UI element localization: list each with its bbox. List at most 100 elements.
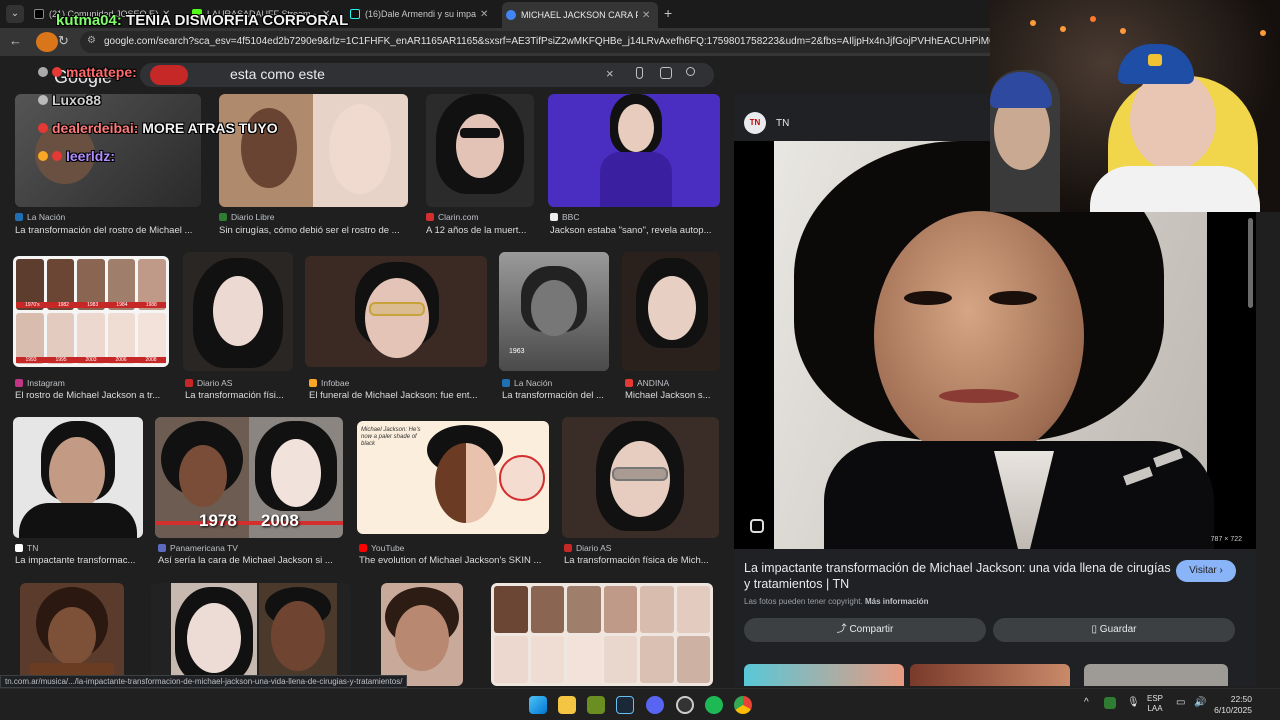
result-title[interactable]: Michael Jackson s... [625, 390, 720, 401]
obs-icon[interactable] [676, 696, 694, 714]
result-title[interactable]: Así sería la cara de Michael Jackson si … [158, 555, 343, 566]
new-tab-button[interactable]: + [664, 5, 672, 21]
result-image[interactable] [20, 583, 124, 686]
app-icon[interactable] [587, 696, 605, 714]
tab-3[interactable]: (16)Dale Armendi y su impacto ✕ [346, 3, 496, 25]
taskbar: ^ 🎙 ESP LAA ▭ 🔊 22:50 6/10/2025 [0, 688, 1280, 720]
result-title[interactable]: Jackson estaba "sano", revela autop... [550, 225, 720, 236]
result-image[interactable]: 1970's 1982 1983 1984 1988 1993 1995 2003 2006 2… [13, 256, 169, 367]
tray-chevron-icon[interactable]: ^ [1084, 697, 1089, 708]
back-icon[interactable]: ← [9, 33, 22, 48]
steam-icon[interactable] [616, 696, 634, 714]
chrome-icon[interactable] [734, 696, 752, 714]
result-title[interactable]: La transformación físi... [185, 390, 295, 401]
result-image[interactable] [562, 417, 719, 538]
clock[interactable]: 22:50 6/10/2025 [1210, 694, 1252, 716]
reload-icon[interactable]: ↻ [58, 33, 69, 49]
google-logo[interactable]: Google [54, 67, 112, 88]
microphone-icon[interactable]: 🎙 [1127, 697, 1140, 708]
search-icon[interactable] [686, 67, 695, 76]
image-dimensions: 787 × 722 [1210, 536, 1242, 543]
result-source[interactable]: Clarin.com [426, 212, 479, 222]
lens-search-icon[interactable] [750, 519, 764, 533]
result-title[interactable]: The evolution of Michael Jackson's SKIN … [359, 555, 551, 566]
result-title[interactable]: Sin cirugías, cómo debió ser el rostro d… [219, 225, 408, 236]
result-image[interactable] [219, 94, 408, 207]
result-image[interactable]: Michael Jackson: He's now a paler shade … [357, 421, 549, 534]
source-logo[interactable]: TN [744, 112, 766, 134]
close-icon[interactable]: ✕ [642, 10, 654, 21]
close-icon[interactable]: ✕ [322, 9, 334, 20]
search-query[interactable]: esta como este [230, 66, 325, 82]
site-info-icon[interactable]: ⚙ [87, 35, 96, 46]
result-source[interactable]: La Nación [15, 212, 65, 222]
discord-icon[interactable] [646, 696, 664, 714]
related-image[interactable] [1084, 664, 1228, 686]
result-title[interactable]: La transformación física de Mich... [564, 555, 719, 566]
result-image[interactable] [491, 583, 713, 686]
result-image[interactable]: 1978 2008 [155, 417, 343, 538]
clear-icon[interactable]: × [606, 66, 614, 81]
more-info-link[interactable]: Más información [865, 597, 929, 606]
profile-avatar[interactable] [36, 32, 58, 52]
search-box[interactable]: esta como este × [140, 63, 714, 87]
result-source[interactable]: Panamericana TV [158, 543, 238, 553]
scrollbar[interactable] [1248, 210, 1254, 678]
url-text: google.com/search?sca_esv=4f5104ed2b7290… [104, 36, 994, 47]
save-button[interactable]: ▯ Guardar [993, 618, 1235, 642]
result-source[interactable]: TN [15, 543, 38, 553]
result-image[interactable] [15, 94, 201, 207]
result-source[interactable]: ANDINA [625, 378, 669, 388]
lens-icon[interactable] [660, 67, 672, 79]
result-image[interactable] [622, 252, 720, 371]
network-icon[interactable]: ▭ [1176, 697, 1185, 708]
mic-icon[interactable] [636, 67, 643, 79]
windows-start-icon[interactable] [529, 696, 547, 714]
language-indicator[interactable]: ESP LAA [1147, 694, 1163, 714]
related-image[interactable] [744, 664, 904, 686]
close-icon[interactable]: ✕ [162, 9, 174, 20]
tab-1[interactable]: (21) Comunidad JOSEO EXCLUSIVO ✕ [30, 3, 178, 25]
share-button[interactable]: ⤴ Compartir [744, 618, 986, 642]
result-image[interactable] [548, 94, 720, 207]
tray-app-icon[interactable] [1104, 697, 1116, 709]
result-source[interactable]: Diario AS [185, 378, 232, 388]
scrollbar-thumb[interactable] [1248, 218, 1253, 308]
result-source[interactable]: YouTube [359, 543, 404, 553]
tab-label: LAURASADAUFF Stream - Watch [207, 9, 318, 19]
related-image[interactable] [910, 664, 1070, 686]
result-image[interactable] [426, 94, 534, 207]
result-image[interactable] [305, 256, 487, 367]
result-source[interactable]: BBC [550, 212, 579, 222]
address-bar[interactable]: ⚙ google.com/search?sca_esv=4f5104ed2b72… [80, 31, 1000, 53]
result-source[interactable]: La Nación [502, 378, 552, 388]
result-source[interactable]: Instagram [15, 378, 65, 388]
result-image[interactable] [381, 583, 463, 686]
visit-button[interactable]: Visitar › [1176, 560, 1236, 582]
tab-2[interactable]: LAURASADAUFF Stream - Watch ✕ [188, 3, 338, 25]
result-title[interactable]: La impactante transformac... [15, 555, 143, 566]
result-source[interactable]: Infobae [309, 378, 349, 388]
tab-search-button[interactable]: ⌄ [6, 5, 24, 23]
result-title[interactable]: El funeral de Michael Jackson: fue ent..… [309, 390, 487, 401]
result-image[interactable] [151, 583, 351, 686]
result-title[interactable]: A 12 años de la muert... [426, 225, 534, 236]
tab-4-active[interactable]: MICHAEL JACKSON CARA FINAL ✕ [502, 2, 658, 28]
result-image[interactable] [13, 417, 143, 538]
share-icon: ⤴ [836, 624, 847, 635]
result-image[interactable]: 1963 [499, 252, 609, 371]
close-icon[interactable]: ✕ [480, 9, 492, 20]
source-name[interactable]: TN [776, 118, 789, 129]
preview-title[interactable]: La impactante transformación de Michael … [744, 560, 1174, 592]
spotify-icon[interactable] [705, 696, 723, 714]
result-image[interactable] [183, 252, 293, 371]
result-source[interactable]: Diario Libre [219, 212, 274, 222]
result-title[interactable]: El rostro de Michael Jackson a tr... [15, 390, 170, 401]
file-explorer-icon[interactable] [558, 696, 576, 714]
image-chip[interactable] [150, 65, 188, 85]
result-title[interactable]: La transformación del rostro de Michael … [15, 225, 201, 236]
volume-icon[interactable]: 🔊 [1194, 697, 1206, 708]
result-source[interactable]: Diario AS [564, 543, 611, 553]
result-title[interactable]: La transformación del ... [502, 390, 610, 401]
screen: ⌄ (21) Comunidad JOSEO EXCLUSIVO ✕ LAURA… [0, 0, 1280, 720]
